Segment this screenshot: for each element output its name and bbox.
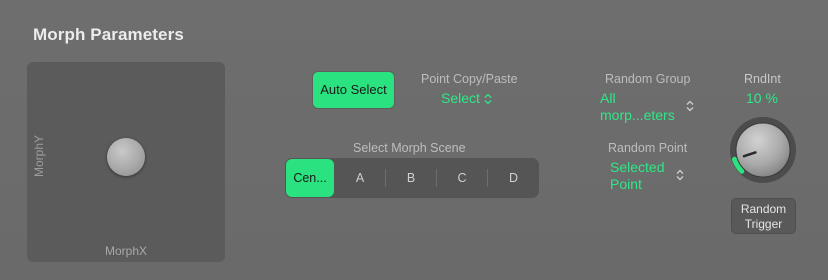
scene-option-center[interactable]: Cen... [286,159,334,197]
morph-y-label: MorphY [32,134,46,177]
random-group-label: Random Group [605,72,691,86]
random-point-label: Random Point [608,141,688,155]
point-copy-paste-label: Point Copy/Paste [421,72,518,86]
morph-parameters-panel: Morph Parameters MorphY MorphX Auto Sele… [0,0,828,280]
point-copy-paste-popup[interactable]: Select [441,90,492,106]
rnd-int-value: 10 % [746,90,778,106]
scene-option-a[interactable]: A [335,158,385,198]
morph-x-label: MorphX [104,244,148,258]
rnd-int-knob[interactable] [728,115,798,185]
random-group-value-line2: morp...eters [600,107,675,123]
scene-option-c[interactable]: C [437,158,487,198]
auto-select-button[interactable]: Auto Select [313,72,394,108]
random-point-value-line2: Point [610,176,642,192]
random-trigger-label-line1: Random [740,202,787,216]
chevron-updown-icon [676,169,684,181]
random-trigger-label-line2: Trigger [744,217,783,231]
rnd-int-label: RndInt [744,72,781,86]
chevron-updown-icon [484,93,492,105]
panel-title: Morph Parameters [33,25,184,44]
morph-scene-segmented-control[interactable]: Cen... A B C D [285,158,539,198]
random-group-value-line1: All [600,90,616,106]
point-copy-paste-value: Select [441,90,480,106]
select-morph-scene-label: Select Morph Scene [353,141,466,155]
random-point-popup[interactable]: Selected Point [610,159,688,193]
scene-option-d[interactable]: D [488,158,539,198]
scene-option-b[interactable]: B [386,158,436,198]
xy-pad-handle[interactable] [107,138,145,176]
chevron-updown-icon [686,100,694,112]
random-point-value-line1: Selected [610,159,665,175]
morph-xy-pad[interactable]: MorphY MorphX [27,62,225,262]
knob-body [735,122,791,178]
random-group-popup[interactable]: All morp...eters [600,90,698,124]
random-trigger-button[interactable]: Random Trigger [731,198,796,234]
